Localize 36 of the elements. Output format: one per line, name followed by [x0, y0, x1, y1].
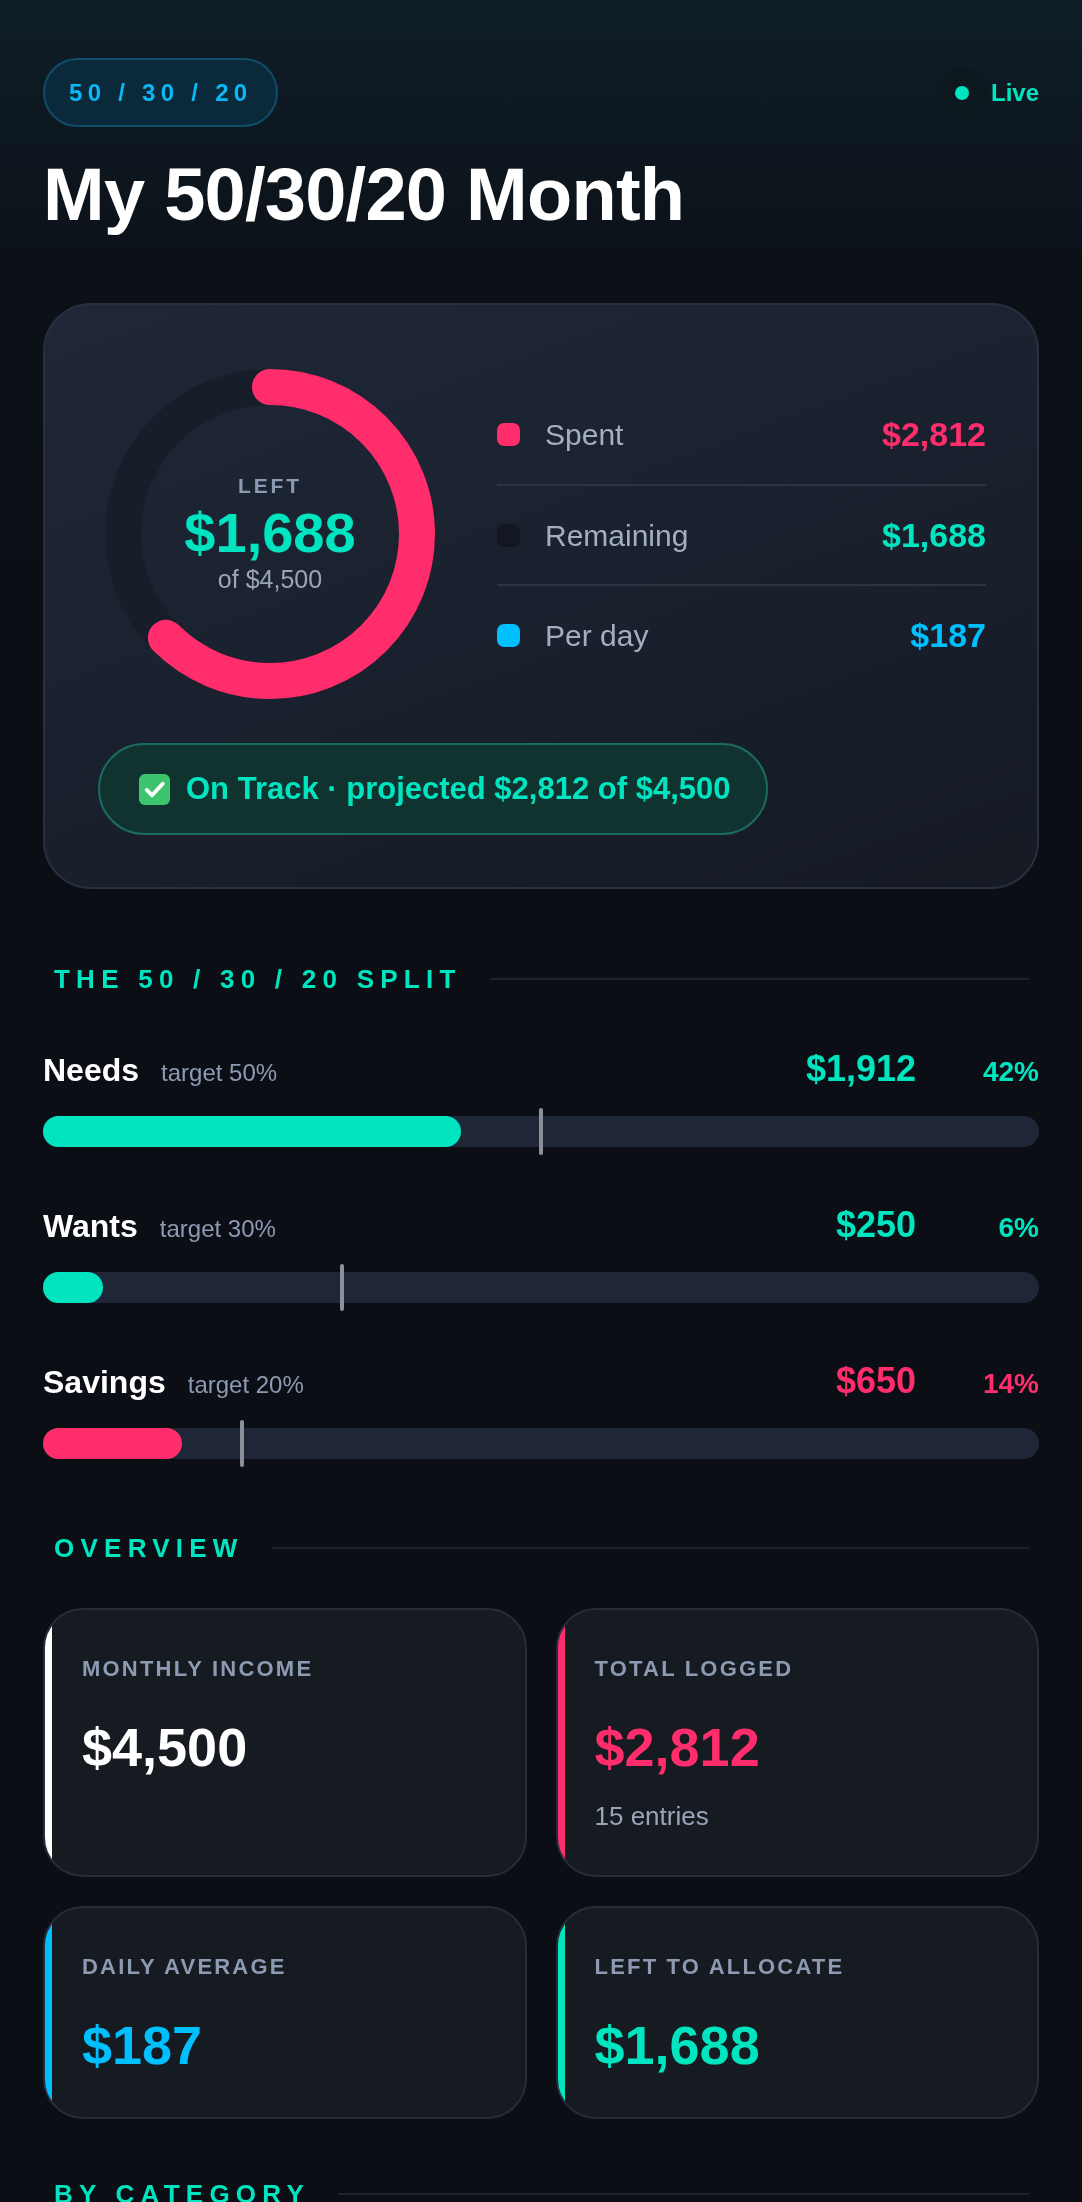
stat-value: $2,812: [594, 1719, 760, 1775]
stat-value: $1,688: [594, 2017, 760, 2073]
legend-value: $1,688: [882, 514, 986, 556]
legend-label: Remaining: [545, 517, 689, 554]
percent-value: 42%: [981, 1055, 1039, 1089]
stat-note: 15 entries: [594, 1801, 709, 1831]
amount-value: $650: [835, 1359, 916, 1403]
stat-label: MONTHLY INCOME: [82, 1656, 314, 1682]
stat-value: $4,500: [82, 1719, 248, 1775]
legend-label: Spent: [545, 416, 624, 453]
category-name: Savings: [43, 1363, 166, 1402]
amount-value: $1,912: [805, 1047, 916, 1091]
ring-caption: of $4,500: [217, 564, 323, 594]
legend-value: $2,812: [882, 413, 986, 455]
status-text: On Track · projected $2,812 of $4,500: [186, 769, 731, 808]
live-label: Live: [990, 77, 1039, 108]
amount-value: $250: [835, 1203, 916, 1247]
legend-value: $187: [910, 614, 986, 656]
check-icon: [139, 773, 170, 805]
legend-label: Per day: [545, 617, 649, 654]
section-heading: THE 50 / 30 / 20 SPLIT: [54, 966, 462, 992]
stat-label: LEFT TO ALLOCATE: [594, 1954, 845, 1980]
percent-value: 6%: [997, 1211, 1039, 1245]
ring-label: LEFT: [237, 474, 303, 498]
stat-label: DAILY AVERAGE: [82, 1954, 287, 1980]
percent-value: 14%: [981, 1367, 1039, 1401]
stat-value: $187: [82, 2017, 203, 2073]
ring-value: $1,688: [184, 502, 356, 564]
target-label: target 30%: [159, 1214, 276, 1244]
category-name: Needs: [43, 1051, 140, 1090]
target-label: target 50%: [161, 1058, 278, 1088]
section-heading: OVERVIEW: [54, 1535, 244, 1561]
ratio-tag: 50 / 30 / 20: [43, 58, 279, 127]
category-name: Wants: [43, 1207, 138, 1246]
target-label: target 20%: [187, 1370, 304, 1400]
stat-label: TOTAL LOGGED: [594, 1656, 794, 1682]
